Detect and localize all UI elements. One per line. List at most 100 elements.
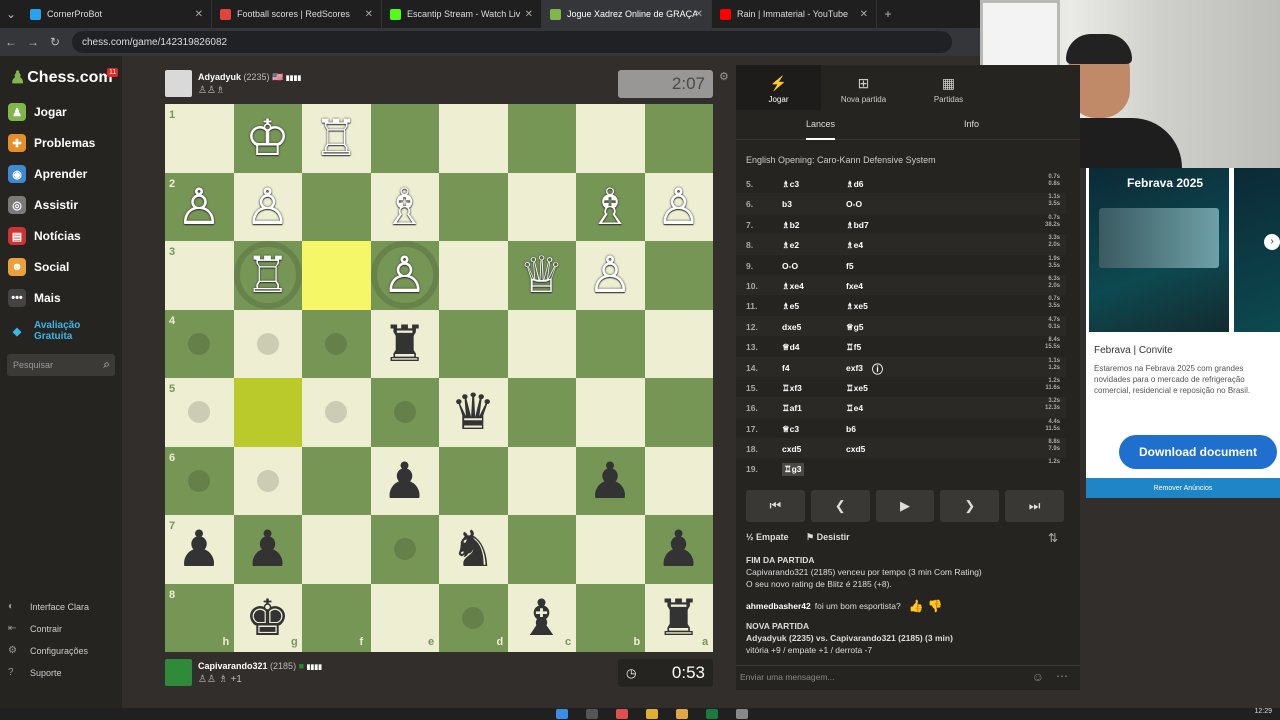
previous-move-button[interactable]: ❮ [810, 490, 870, 522]
white-move[interactable]: ♗xe4 [782, 281, 804, 292]
board-square[interactable] [439, 104, 508, 173]
search-icon[interactable]: ⌕ [103, 357, 110, 372]
search-taskbar-icon[interactable] [586, 709, 598, 719]
browser-tab[interactable]: CornerProBot ✕ [22, 0, 212, 28]
folder-icon[interactable] [676, 709, 688, 719]
black-king[interactable]: ♚ [234, 584, 302, 652]
emoji-icon[interactable]: ☺ [1032, 670, 1044, 684]
board-square[interactable] [507, 446, 576, 515]
ad-banner-image[interactable]: Febrava 2025 [1089, 168, 1229, 332]
board-square[interactable] [507, 104, 576, 173]
back-button[interactable]: ← [0, 35, 22, 49]
board-square[interactable] [302, 241, 371, 310]
sidebar-item-assistir[interactable]: ◎ Assistir [8, 196, 78, 214]
board-square[interactable] [439, 446, 508, 515]
sidebar-item-aprender[interactable]: ◉ Aprender [8, 165, 87, 183]
board-square[interactable] [370, 104, 439, 173]
white-move[interactable]: ♖af1 [782, 403, 802, 414]
black-queen[interactable]: ♛ [439, 378, 507, 446]
chess-board[interactable]: 1 2 3 4 5 6 7 8 h g f e d c b a ♔ ♖ ♙ ♙ ♗ ♗ ♙ ♖ ♙ ♕ ♙ ♜ ♛ ♟ ♟ ♟ ♟ ♞ ♟ ♚ ♝ ♜ [165, 104, 713, 652]
white-rook[interactable]: ♖ [234, 241, 302, 309]
black-rook[interactable]: ♜ [645, 584, 713, 652]
calculator-icon[interactable] [736, 709, 748, 719]
black-move[interactable]: ♗xe5 [846, 301, 868, 312]
white-move[interactable]: b3 [782, 199, 792, 209]
info-icon[interactable]: ⓘ [872, 361, 883, 377]
white-move[interactable]: f4 [782, 363, 790, 373]
chess-logo[interactable]: ♟ Chess.com [10, 68, 113, 88]
move-hint-dot[interactable] [325, 401, 347, 423]
white-move[interactable]: O-O [782, 261, 798, 271]
sidebar-item-jogar[interactable]: ♟ Jogar [8, 103, 67, 121]
panel-tab-jogar[interactable]: ⚡ Jogar [736, 65, 821, 110]
sidebar-footer-item[interactable]: ◐ Interface Clara [8, 601, 89, 612]
draw-button[interactable]: ½ Empate [746, 532, 789, 542]
move-hint-dot[interactable] [256, 332, 279, 355]
board-square[interactable] [576, 104, 645, 173]
top-player-name[interactable]: Adyadyuk (2235) 🇺🇸 ▮▮▮▮ [198, 72, 301, 83]
black-rook[interactable]: ♜ [371, 310, 439, 378]
bottom-player-name[interactable]: Capivarando321 (2185) ■ ▮▮▮▮ [198, 661, 322, 671]
white-move[interactable]: ♗e5 [782, 301, 799, 312]
board-square[interactable] [439, 241, 508, 310]
tab-info[interactable]: Info [964, 119, 979, 129]
app-icon[interactable] [616, 709, 628, 719]
sidebar-item-social[interactable]: ☻ Social [8, 258, 69, 276]
move-hint-dot[interactable] [188, 401, 210, 423]
black-move[interactable]: exf3 [846, 363, 863, 373]
board-square[interactable] [439, 309, 508, 378]
board-square[interactable] [439, 172, 508, 241]
close-icon[interactable]: ✕ [860, 9, 868, 20]
white-rook[interactable]: ♖ [302, 104, 370, 172]
white-move[interactable]: ♗b2 [782, 220, 800, 231]
black-move[interactable]: b6 [846, 424, 856, 434]
forward-button[interactable]: → [22, 35, 44, 49]
browser-tab[interactable]: Rain | Immaterial - YouTube ✕ [712, 0, 877, 28]
panel-tab-partidas[interactable]: ▦ Partidas [906, 65, 991, 110]
board-square[interactable] [644, 241, 713, 310]
black-pawn[interactable]: ♟ [576, 447, 644, 515]
black-move[interactable]: ♗bd7 [846, 220, 869, 231]
white-move[interactable]: ♖g3 [782, 463, 804, 477]
black-pawn[interactable]: ♟ [371, 447, 439, 515]
black-move[interactable]: ♖f5 [846, 342, 861, 353]
ad-banner-image-2[interactable]: › [1234, 168, 1280, 332]
search-input[interactable]: Pesquisar ⌕ [7, 354, 115, 376]
notification-badge[interactable]: 11 [107, 68, 119, 77]
black-move[interactable]: ♗e4 [846, 240, 863, 251]
tab-list-button[interactable]: ⌄ [0, 7, 22, 21]
white-move[interactable]: ♗e2 [782, 240, 799, 251]
white-move[interactable]: ♕d4 [782, 342, 800, 353]
board-square[interactable] [165, 241, 234, 310]
black-move[interactable]: ♖e4 [846, 403, 863, 414]
first-move-button[interactable]: ⏮ [746, 490, 805, 522]
black-move[interactable]: ♖xe5 [846, 383, 868, 394]
last-move-button[interactable]: ⏭ [1005, 490, 1064, 522]
sidebar-footer-item[interactable]: ⇤ Contrair [8, 623, 62, 634]
white-move[interactable]: ♗c3 [782, 179, 799, 190]
black-move[interactable]: cxd5 [846, 444, 865, 454]
resign-button[interactable]: ⚑ Desistir [806, 532, 850, 543]
white-pawn[interactable]: ♙ [371, 241, 439, 309]
gear-icon[interactable]: ⚙ [719, 70, 729, 83]
white-pawn[interactable]: ♙ [645, 173, 713, 241]
board-square[interactable] [644, 104, 713, 173]
white-pawn[interactable]: ♙ [576, 241, 644, 309]
board-square[interactable] [644, 378, 713, 447]
board-square[interactable] [644, 309, 713, 378]
board-square[interactable] [302, 515, 371, 584]
black-pawn[interactable]: ♟ [234, 515, 302, 583]
sidebar-footer-item[interactable]: ⚙ Configurações [8, 645, 88, 656]
board-square[interactable] [507, 309, 576, 378]
sidebar-item-mais[interactable]: ••• Mais [8, 289, 61, 307]
white-move[interactable]: cxd5 [782, 444, 801, 454]
close-icon[interactable]: ✕ [365, 9, 373, 20]
close-icon[interactable]: ✕ [525, 9, 533, 20]
board-square[interactable] [165, 104, 234, 173]
browser-tab[interactable]: Jogue Xadrez Online de GRAÇA ✕ [542, 0, 712, 28]
board-square[interactable] [644, 446, 713, 515]
black-pawn[interactable]: ♟ [165, 515, 233, 583]
black-move[interactable]: fxe4 [846, 281, 863, 291]
board-square[interactable] [507, 515, 576, 584]
board-square[interactable] [507, 172, 576, 241]
